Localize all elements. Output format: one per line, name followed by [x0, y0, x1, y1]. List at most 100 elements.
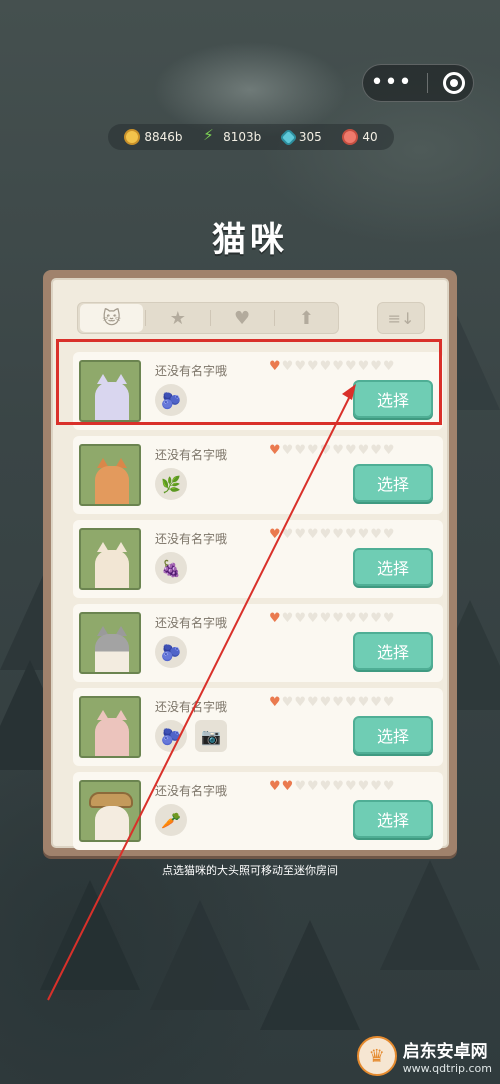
heart-empty-icon: ♥ — [357, 779, 370, 794]
heart-empty-icon: ♥ — [357, 359, 370, 374]
cat-portrait[interactable] — [79, 612, 141, 674]
favorite-items: 🍇 — [155, 552, 187, 584]
cat-name: 还没有名字哦 — [155, 364, 228, 378]
select-button[interactable]: 选择 — [353, 380, 433, 418]
cat-row: 还没有名字哦 ♥ ♥ ♥ ♥ ♥ ♥ ♥ ♥ ♥ ♥ 🍇 选择 — [73, 520, 443, 598]
currency-hearts: 40 — [342, 129, 378, 145]
tab-favorites[interactable]: ★ — [146, 304, 209, 332]
up-arrow-icon: ⬆ — [298, 307, 314, 329]
heart-empty-icon: ♥ — [344, 611, 357, 626]
cat-portrait[interactable] — [79, 444, 141, 506]
tree-decoration — [260, 920, 360, 1030]
heart-empty-icon: ♥ — [294, 695, 306, 710]
heart-empty-icon: ♥ — [370, 443, 382, 458]
heart-empty-icon: ♥ — [332, 527, 344, 542]
berries-icon: 🫐 — [155, 384, 187, 416]
affection-hearts: ♥ ♥ ♥ ♥ ♥ ♥ ♥ ♥ ♥ ♥ — [269, 612, 395, 625]
more-menu-icon[interactable]: ••• — [371, 72, 413, 94]
tab-affection[interactable]: ♥ — [211, 304, 274, 332]
cat-name: 还没有名字哦 — [155, 616, 228, 630]
select-button[interactable]: 选择 — [353, 464, 433, 502]
heart-empty-icon: ♥ — [344, 695, 357, 710]
tree-decoration — [40, 880, 140, 990]
camera-icon: 📷 — [195, 720, 227, 752]
capsule-divider — [427, 73, 429, 93]
heart-empty-icon: ♥ — [370, 611, 382, 626]
heart-empty-icon: ♥ — [357, 443, 370, 458]
gem-icon — [279, 127, 298, 147]
hearts-value: 40 — [362, 130, 378, 144]
heart-empty-icon: ♥ — [332, 611, 344, 626]
plant-icon: 🌿 — [155, 468, 187, 500]
cat-name: 还没有名字哦 — [155, 784, 228, 798]
affection-hearts: ♥ ♥ ♥ ♥ ♥ ♥ ♥ ♥ ♥ ♥ — [269, 360, 395, 373]
star-icon: ★ — [169, 307, 186, 329]
heart-empty-icon: ♥ — [370, 779, 382, 794]
coin-icon — [124, 129, 141, 145]
cat-row: 还没有名字哦 ♥ ♥ ♥ ♥ ♥ ♥ ♥ ♥ ♥ ♥ 🫐 选择 — [73, 352, 443, 430]
heart-empty-icon: ♥ — [306, 779, 319, 794]
affection-hearts: ♥ ♥ ♥ ♥ ♥ ♥ ♥ ♥ ♥ ♥ — [269, 528, 395, 541]
cat-figure — [95, 634, 129, 672]
grapes-icon: 🍇 — [155, 552, 187, 584]
currency-energy: 8103b — [203, 126, 261, 145]
select-button[interactable]: 选择 — [353, 548, 433, 586]
heart-empty-icon: ♥ — [294, 443, 306, 458]
favorite-items: 🫐 📷 — [155, 720, 227, 752]
heart-empty-icon: ♥ — [382, 359, 395, 374]
cat-name: 还没有名字哦 — [155, 448, 228, 462]
cat-icon: 🐱 — [102, 307, 121, 329]
heart-filled-icon: ♥ — [269, 779, 281, 794]
cat-figure — [95, 718, 129, 756]
heart-icon: ♥ — [234, 307, 251, 329]
heart-empty-icon: ♥ — [306, 695, 319, 710]
sort-icon: ≡↓ — [387, 308, 415, 328]
sort-button[interactable]: ≡↓ — [377, 302, 425, 334]
tree-decoration — [150, 900, 250, 1010]
heart-empty-icon: ♥ — [382, 527, 395, 542]
heart-empty-icon: ♥ — [281, 695, 294, 710]
favorite-items: 🫐 — [155, 636, 187, 668]
affection-hearts: ♥ ♥ ♥ ♥ ♥ ♥ ♥ ♥ ♥ ♥ — [269, 444, 395, 457]
select-button[interactable]: 选择 — [353, 716, 433, 754]
heart-empty-icon: ♥ — [294, 611, 306, 626]
heart-empty-icon: ♥ — [357, 695, 370, 710]
heart-empty-icon: ♥ — [370, 527, 382, 542]
cat-list-inner: 🐱 ★ ♥ ⬆ ≡↓ 还没有名字哦 ♥ ♥ ♥ ♥ ♥ ♥ ♥ ♥ ♥ ♥ 🫐 选择 — [51, 278, 449, 850]
affection-hearts: ♥ ♥ ♥ ♥ ♥ ♥ ♥ ♥ ♥ ♥ — [269, 696, 395, 709]
heart-empty-icon: ♥ — [382, 779, 395, 794]
heart-empty-icon: ♥ — [281, 443, 294, 458]
cat-figure — [95, 806, 129, 840]
berries-icon: 🫐 — [155, 720, 187, 752]
cat-portrait[interactable] — [79, 528, 141, 590]
watermark-url: www.qdtrip.com — [402, 1062, 492, 1075]
heart-empty-icon: ♥ — [370, 695, 382, 710]
heart-empty-icon: ♥ — [357, 527, 370, 542]
heart-token-icon — [342, 129, 359, 145]
gems-value: 305 — [298, 130, 322, 144]
tab-cats[interactable]: 🐱 — [80, 304, 144, 332]
heart-empty-icon: ♥ — [319, 695, 332, 710]
close-miniprogram-icon[interactable] — [443, 72, 466, 94]
cat-portrait[interactable] — [79, 360, 141, 422]
cat-portrait[interactable] — [79, 780, 141, 842]
coins-value: 8846b — [144, 130, 183, 144]
watermark: ♛ 启东安卓网 www.qdtrip.com — [356, 1036, 492, 1076]
heart-empty-icon: ♥ — [332, 695, 344, 710]
heart-empty-icon: ♥ — [344, 527, 357, 542]
heart-empty-icon: ♥ — [319, 527, 332, 542]
heart-empty-icon: ♥ — [306, 359, 319, 374]
heart-filled-icon: ♥ — [269, 443, 281, 458]
heart-empty-icon: ♥ — [306, 611, 319, 626]
heart-empty-icon: ♥ — [281, 527, 294, 542]
select-button[interactable]: 选择 — [353, 800, 433, 838]
cat-portrait[interactable] — [79, 696, 141, 758]
select-button[interactable]: 选择 — [353, 632, 433, 670]
watermark-logo-icon: ♛ — [356, 1036, 397, 1076]
tab-level[interactable]: ⬆ — [275, 304, 338, 332]
heart-empty-icon: ♥ — [319, 779, 332, 794]
currency-bar: 8846b 8103b 305 40 — [108, 124, 394, 150]
heart-empty-icon: ♥ — [332, 443, 344, 458]
heart-empty-icon: ♥ — [344, 443, 357, 458]
heart-filled-icon: ♥ — [269, 359, 281, 374]
